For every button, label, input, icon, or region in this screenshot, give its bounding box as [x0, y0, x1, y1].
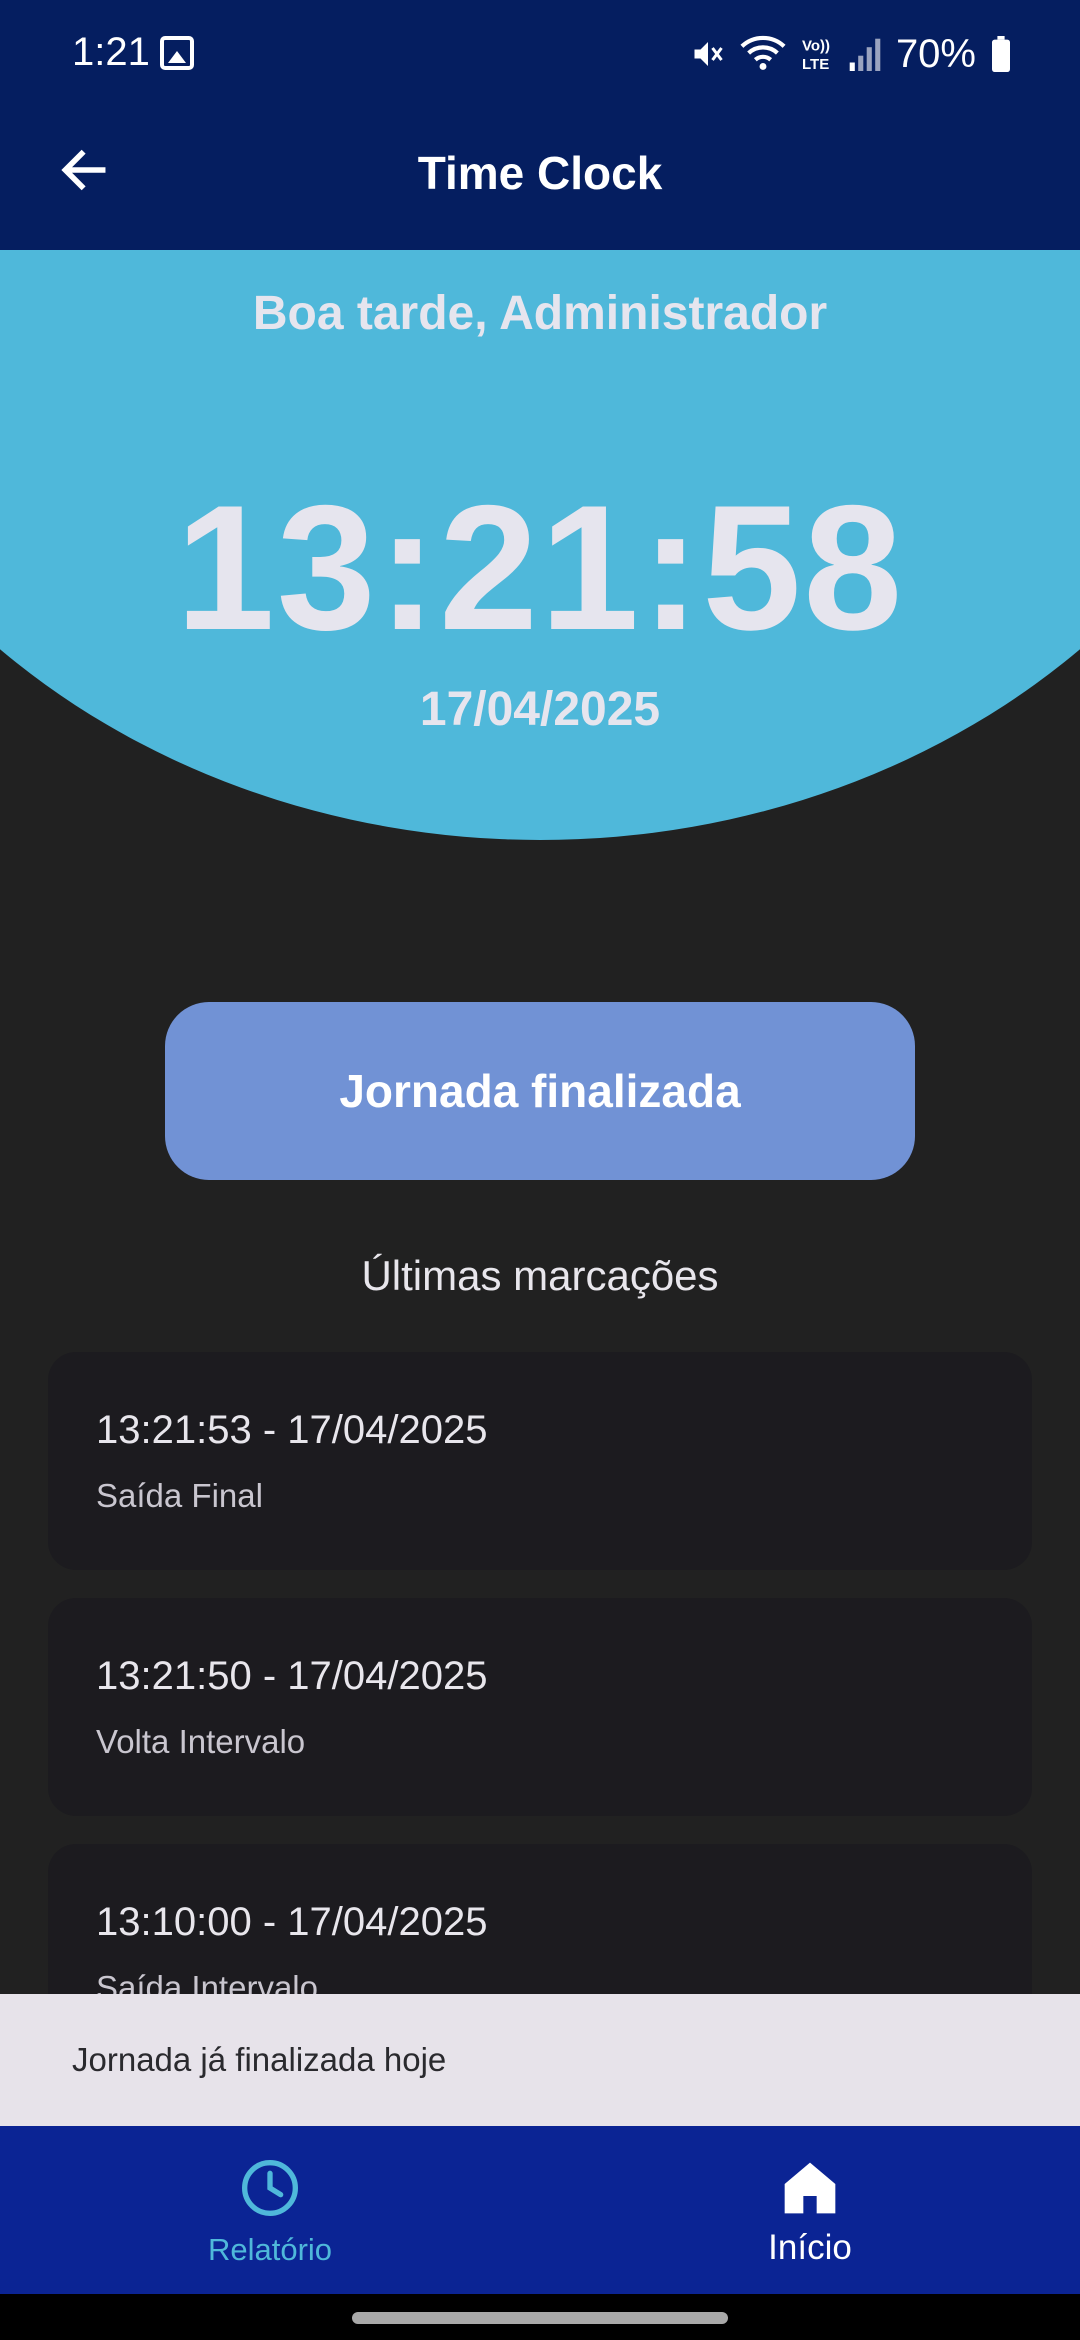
records-section-title: Últimas marcações: [361, 1252, 719, 1299]
snackbar-message: Jornada já finalizada hoje: [72, 2041, 447, 2078]
screen: 1:21 Vo)) LTE 70% Time Clock Boa tarde, …: [0, 0, 1080, 2340]
signal-icon: [849, 38, 881, 71]
journey-status-button[interactable]: Jornada finalizada: [165, 1002, 915, 1180]
record-card[interactable]: 13:10:00 - 17/04/2025 Saída Intervalo: [48, 1844, 1032, 1994]
record-type: Saída Final: [96, 1477, 263, 1514]
greeting: Boa tarde, Administrador: [252, 287, 828, 340]
records-list[interactable]: 13:21:53 - 17/04/2025 Saída Final 13:21:…: [48, 1352, 1032, 1994]
record-card[interactable]: 13:21:53 - 17/04/2025 Saída Final: [48, 1352, 1032, 1570]
record-time: 13:21:50 - 17/04/2025: [96, 1654, 488, 1698]
nav-label-home: Início: [768, 2228, 852, 2267]
status-bar: 1:21 Vo)) LTE 70%: [0, 0, 1080, 108]
svg-text:Vo)): Vo)): [802, 38, 830, 55]
clock-header: Boa tarde, Administrador 13:21:58 17/04/…: [0, 250, 1080, 840]
record-time: 13:10:00 - 17/04/2025: [96, 1900, 488, 1944]
snackbar: Jornada já finalizada hoje: [0, 1994, 1080, 2126]
app-bar: Time Clock: [0, 108, 1080, 250]
volte-icon: Vo)) LTE: [802, 38, 830, 73]
status-time: 1:21: [72, 30, 150, 74]
nav-label-report: Relatório: [207, 2232, 333, 2267]
nav-item-home[interactable]: Início: [540, 2126, 1080, 2294]
status-icons: Vo)) LTE 70%: [690, 30, 1012, 78]
gesture-handle[interactable]: [352, 2312, 728, 2324]
gallery-icon: [160, 36, 194, 70]
record-type: Saída Intervalo: [96, 1969, 318, 1994]
current-date: 17/04/2025: [419, 683, 661, 736]
current-clock: 13:21:58: [175, 468, 905, 667]
gesture-area: [0, 2294, 1080, 2340]
bottom-navigation: Relatório Início: [0, 2126, 1080, 2294]
record-card[interactable]: 13:21:50 - 17/04/2025 Volta Intervalo: [48, 1598, 1032, 1816]
record-time: 13:21:53 - 17/04/2025: [96, 1408, 488, 1452]
home-icon: [784, 2162, 836, 2214]
nav-item-report[interactable]: Relatório: [0, 2126, 540, 2294]
mute-icon: [694, 42, 723, 66]
app-title: Time Clock: [417, 147, 663, 199]
wifi-icon: [740, 35, 786, 70]
clock-icon: [242, 2160, 298, 2216]
svg-text:LTE: LTE: [802, 56, 829, 73]
record-type: Volta Intervalo: [96, 1723, 306, 1760]
battery-percent: 70%: [895, 31, 976, 76]
battery-icon: [992, 36, 1010, 72]
